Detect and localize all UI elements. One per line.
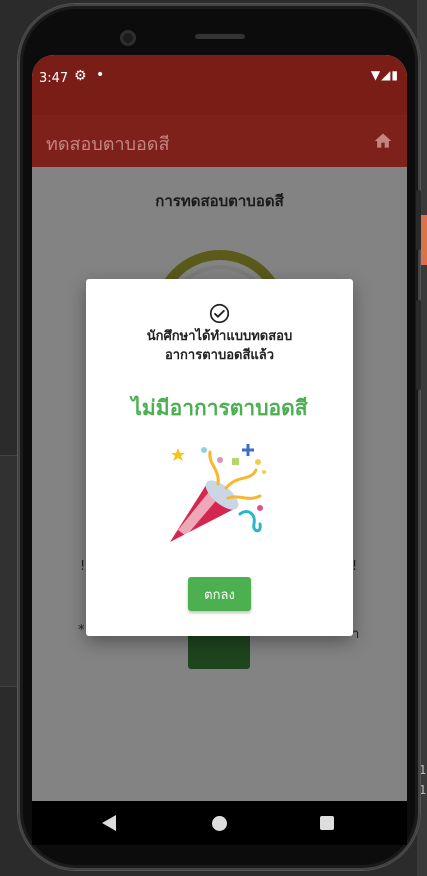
status-time: 3:47 bbox=[39, 71, 69, 86]
status-icons: ▼◢▮ bbox=[371, 68, 399, 82]
settings-gear-icon: ⚙ bbox=[74, 68, 87, 84]
app-title: ทดสอบตาบอดสี bbox=[46, 134, 170, 155]
battery-icon: ▮ bbox=[391, 68, 399, 82]
phone-speaker bbox=[195, 34, 245, 39]
front-camera bbox=[120, 30, 136, 46]
dialog-result: ไม่มีอาการตาบอดสี bbox=[131, 396, 308, 420]
phone-power-button bbox=[416, 300, 421, 390]
phone-screen: 3:47 ⚙ • ▼◢▮ ทดสอบตาบอดสี การทดสอบตาบอดส… bbox=[32, 55, 407, 845]
dialog-message-line: อาการตาบอดสีแล้ว bbox=[164, 348, 275, 363]
check-circle-icon bbox=[209, 303, 230, 324]
result-dialog: นักศึกษาได้ทำแบบทดสอบ อาการตาบอดสีแล้ว ไ… bbox=[86, 279, 353, 636]
back-icon[interactable] bbox=[102, 815, 116, 831]
ok-button[interactable]: ตกลง bbox=[188, 577, 251, 611]
dialog-message: นักศึกษาได้ทำแบบทดสอบ อาการตาบอดสีแล้ว bbox=[86, 327, 353, 365]
party-popper-icon bbox=[170, 444, 266, 542]
phone-volume-button bbox=[416, 190, 421, 250]
dialog-message-line: นักศึกษาได้ทำแบบทดสอบ bbox=[146, 329, 293, 344]
home-icon[interactable] bbox=[373, 131, 393, 151]
wifi-icon: ▼ bbox=[370, 68, 382, 82]
recent-apps-icon[interactable] bbox=[320, 816, 334, 830]
signal-icon: ◢ bbox=[381, 68, 392, 82]
notification-dot-icon: • bbox=[96, 67, 105, 83]
app-bar: ทดสอบตาบอดสี bbox=[32, 115, 407, 167]
status-bar: 3:47 ⚙ • ▼◢▮ bbox=[32, 55, 407, 115]
home-nav-icon[interactable] bbox=[212, 816, 227, 831]
editor-line-number: 1 bbox=[419, 783, 427, 797]
android-navigation-bar bbox=[32, 801, 407, 845]
editor-line-number: 1 bbox=[419, 763, 427, 777]
editor-accent-marker bbox=[420, 215, 427, 265]
